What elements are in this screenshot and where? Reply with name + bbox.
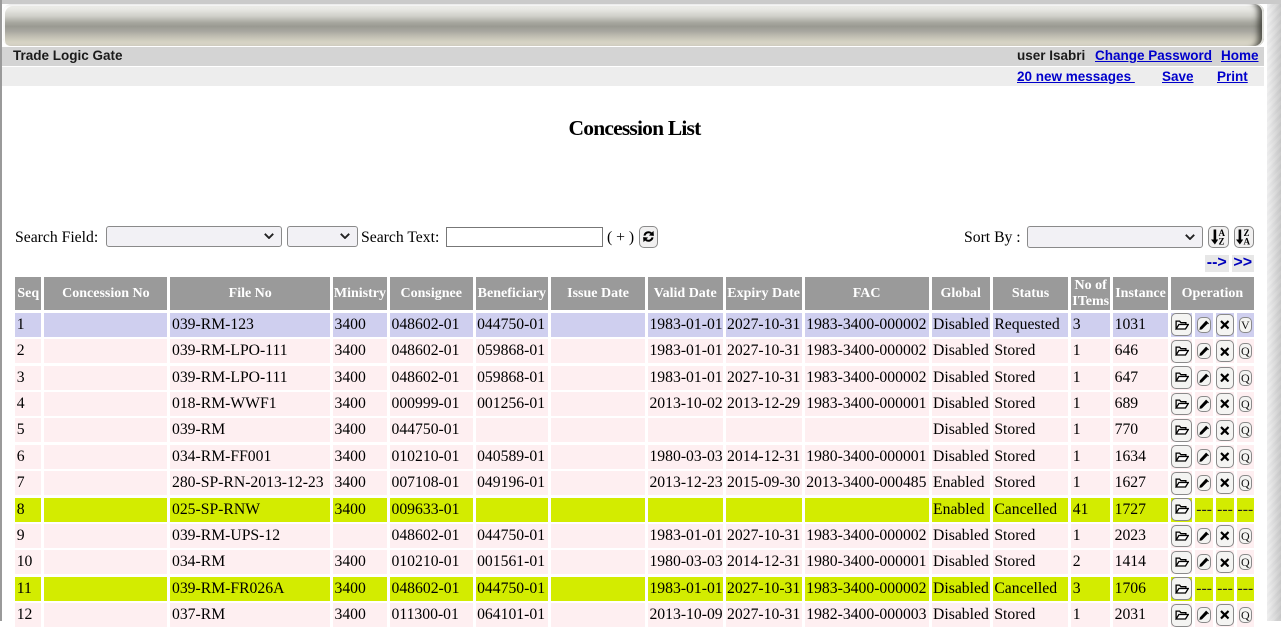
svg-text:Z: Z xyxy=(1218,236,1224,244)
svg-text:A: A xyxy=(1244,236,1251,244)
